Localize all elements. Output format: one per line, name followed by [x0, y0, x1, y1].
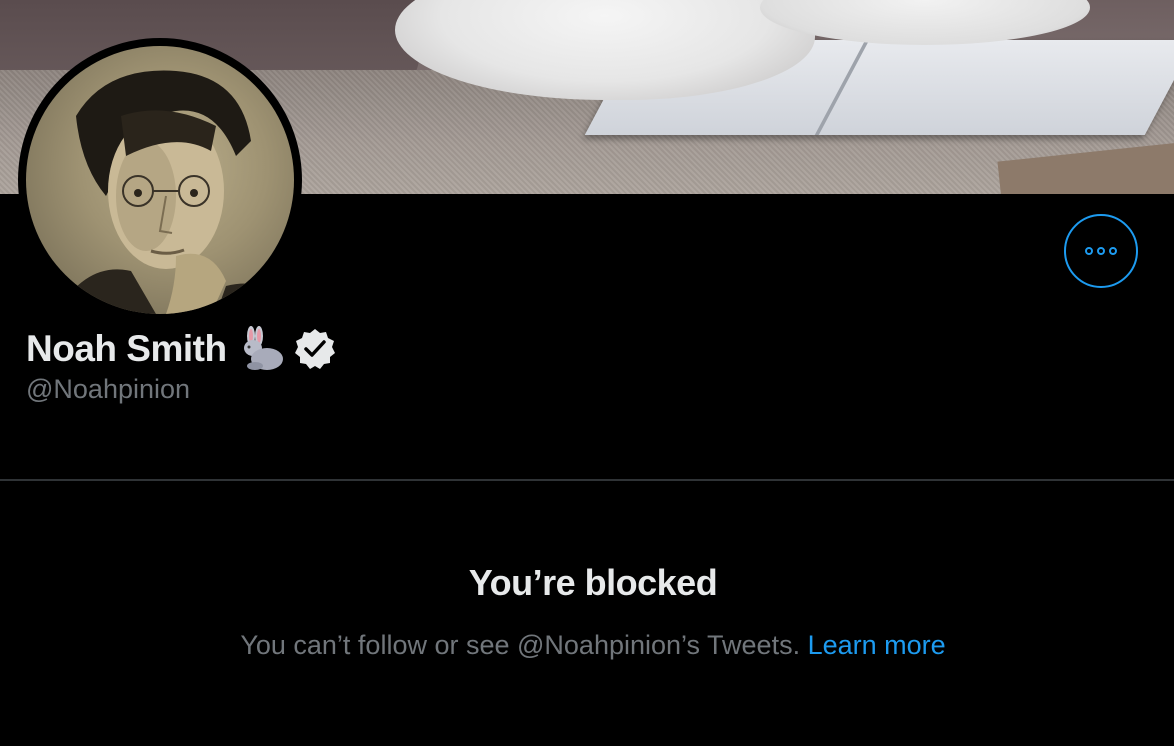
blocked-description-row: You can’t follow or see @Noahpinion’s Tw… — [0, 630, 1174, 661]
more-horizontal-icon — [1085, 247, 1117, 255]
blocked-description: You can’t follow or see @Noahpinion’s Tw… — [240, 630, 801, 660]
profile-page: Noah Smith @Noahpinion You’re blocked Yo… — [0, 0, 1174, 746]
profile-handle: @Noahpinion — [26, 374, 191, 404]
more-options-button[interactable] — [1064, 214, 1138, 288]
learn-more-link[interactable]: Learn more — [808, 630, 946, 660]
verified-badge-icon[interactable] — [293, 327, 337, 371]
display-name: Noah Smith — [26, 328, 227, 369]
divider — [0, 479, 1174, 481]
profile-name-row: Noah Smith — [26, 322, 337, 376]
blocked-title: You’re blocked — [468, 562, 718, 603]
avatar[interactable] — [18, 38, 302, 322]
avatar-image — [26, 46, 294, 314]
rabbit-icon — [235, 326, 285, 372]
